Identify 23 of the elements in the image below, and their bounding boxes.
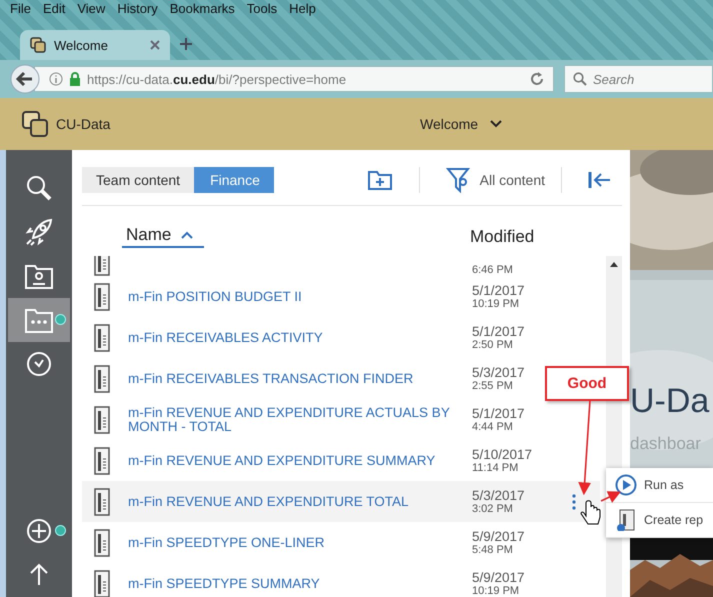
modified-time: 10:19 PM: [472, 585, 520, 597]
modified-date: 5/1/2017: [472, 406, 526, 421]
url-text: https://cu-data.cu.edu/bi/?perspective=home: [87, 72, 348, 86]
modified-date: 5/1/2017: [472, 324, 526, 339]
modified-time: 4:44 PM: [472, 421, 514, 433]
modified-time: 2:55 PM: [472, 380, 514, 392]
app-name: CU-Data: [56, 116, 112, 132]
modified-time: 11:14 PM: [472, 462, 520, 474]
modified-time: 3:02 PM: [472, 503, 514, 515]
modified-time: 10:19 PM: [472, 298, 520, 310]
tab-title: Welcome: [54, 38, 109, 52]
modified-date: 5/10/2017: [472, 447, 534, 462]
modified-date: 5/3/2017: [472, 365, 526, 380]
modified-date: 5/9/2017: [472, 570, 526, 585]
modified-time: 6:46 PM: [472, 264, 514, 276]
modified-date: 5/1/2017: [472, 283, 526, 298]
modified-time: 5:48 PM: [472, 544, 514, 556]
annotation-tooltip: Good: [545, 366, 629, 401]
modified-date: 5/3/2017: [472, 488, 526, 503]
modified-time: 2:50 PM: [472, 339, 514, 351]
modified-date: 5/9/2017: [472, 529, 526, 544]
welcome-subtitle: dashboar: [630, 434, 701, 454]
welcome-title: U-Da: [630, 382, 710, 421]
